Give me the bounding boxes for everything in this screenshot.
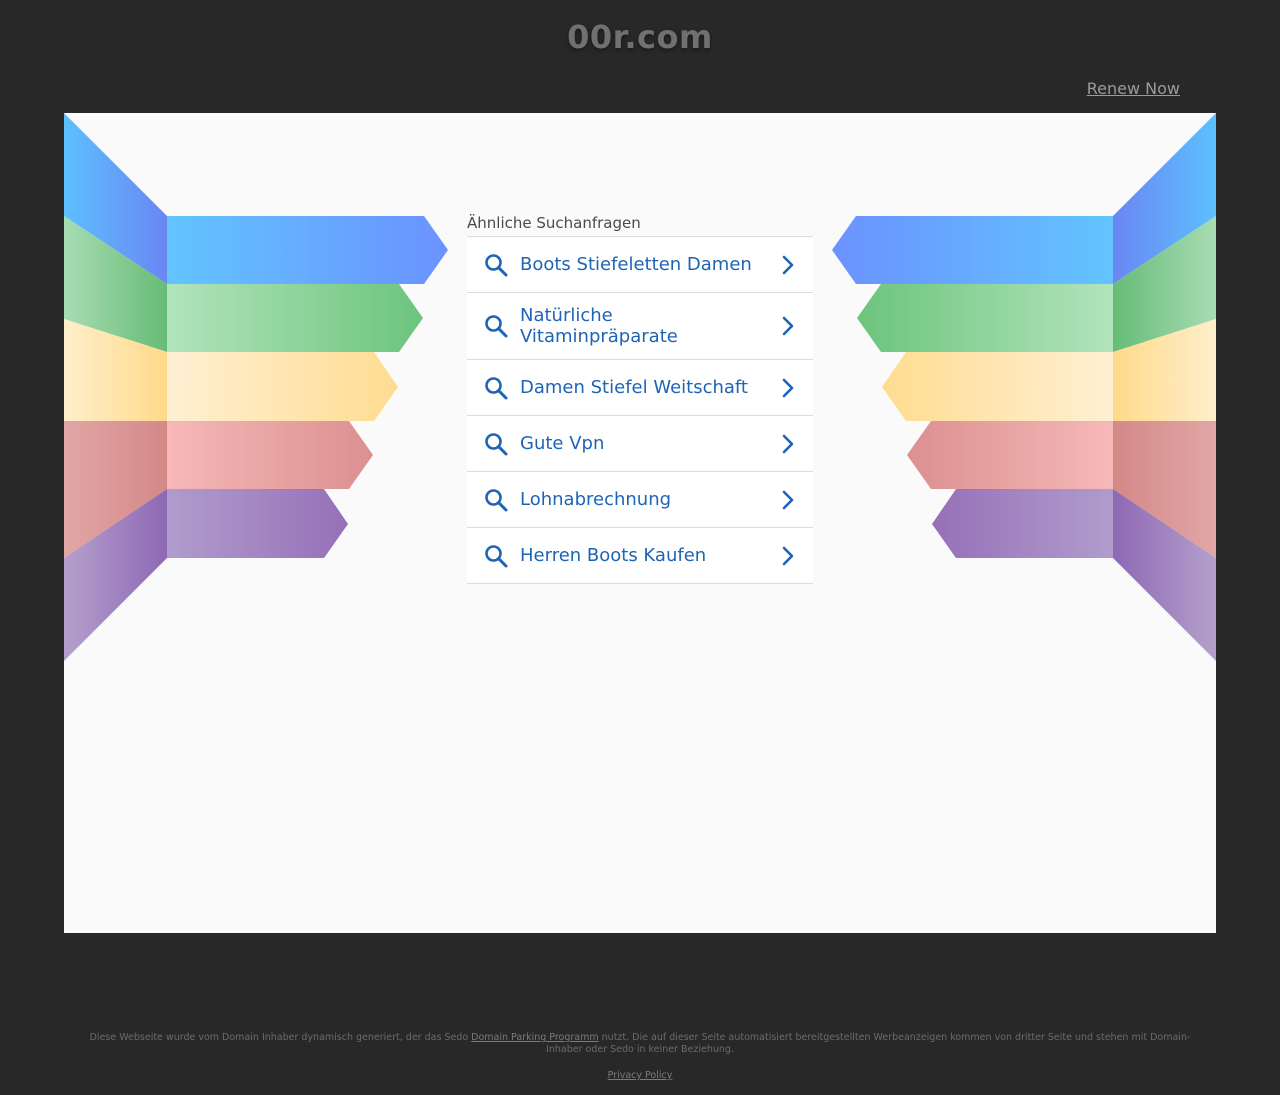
left-ribbon-green — [167, 284, 423, 352]
footer-privacy: Privacy Policy — [0, 1070, 1280, 1081]
related-link-label[interactable]: Damen Stiefel Weitschaft — [520, 365, 771, 410]
search-icon — [483, 313, 509, 339]
search-icon — [483, 431, 509, 457]
right-ribbon-purple — [932, 489, 1113, 558]
footer-text-before: Diese Webseite wurde vom Domain Inhaber … — [89, 1032, 472, 1043]
left-ribbon-red — [167, 421, 373, 489]
related-link-label[interactable]: Lohnabrechnung — [520, 477, 771, 522]
related-link-item[interactable]: Boots Stiefeletten Damen — [467, 237, 813, 293]
left-ribbon-yellow — [167, 352, 398, 421]
chevron-right-icon — [781, 378, 795, 398]
related-link-item[interactable]: Gute Vpn — [467, 416, 813, 472]
related-link-item[interactable]: Natürliche Vitaminpräparate — [467, 293, 813, 360]
related-link-label[interactable]: Gute Vpn — [520, 421, 771, 466]
chevron-right-icon — [781, 546, 795, 566]
search-icon — [483, 487, 509, 513]
domain-title: 00r.com — [567, 18, 713, 56]
related-searches: Ähnliche Suchanfragen Boots Stiefeletten… — [467, 215, 813, 584]
renew-now-link[interactable]: Renew Now — [1087, 79, 1180, 98]
related-link-label[interactable]: Natürliche Vitaminpräparate — [520, 293, 771, 359]
domain-parking-link[interactable]: Domain Parking Programm — [471, 1032, 598, 1043]
right-ribbon-blue — [832, 216, 1113, 284]
footer-text-after: nutzt. Die auf dieser Seite automatisier… — [546, 1032, 1191, 1055]
related-links-list: Boots Stiefeletten Damen Natürliche Vitam… — [467, 237, 813, 584]
related-link-item[interactable]: Damen Stiefel Weitschaft — [467, 360, 813, 416]
left-ribbon-blue — [167, 216, 448, 284]
right-wing — [832, 113, 1216, 661]
privacy-policy-link[interactable]: Privacy Policy — [608, 1070, 673, 1081]
search-icon — [483, 543, 509, 569]
chevron-right-icon — [781, 434, 795, 454]
left-ribbon-purple — [167, 489, 348, 558]
related-link-label[interactable]: Boots Stiefeletten Damen — [520, 242, 771, 287]
right-ribbon-yellow — [882, 352, 1113, 421]
main-panel: Ähnliche Suchanfragen Boots Stiefeletten… — [64, 113, 1216, 933]
chevron-right-icon — [781, 490, 795, 510]
related-link-label[interactable]: Herren Boots Kaufen — [520, 533, 771, 578]
chevron-right-icon — [781, 316, 795, 336]
left-wing — [64, 113, 448, 661]
right-ribbon-red — [907, 421, 1113, 489]
search-icon — [483, 252, 509, 278]
related-searches-heading: Ähnliche Suchanfragen — [467, 215, 813, 237]
related-link-item[interactable]: Lohnabrechnung — [467, 472, 813, 528]
chevron-right-icon — [781, 255, 795, 275]
search-icon — [483, 375, 509, 401]
footer-disclaimer: Diese Webseite wurde vom Domain Inhaber … — [80, 1032, 1200, 1056]
right-ribbon-green — [857, 284, 1113, 352]
related-link-item[interactable]: Herren Boots Kaufen — [467, 528, 813, 584]
